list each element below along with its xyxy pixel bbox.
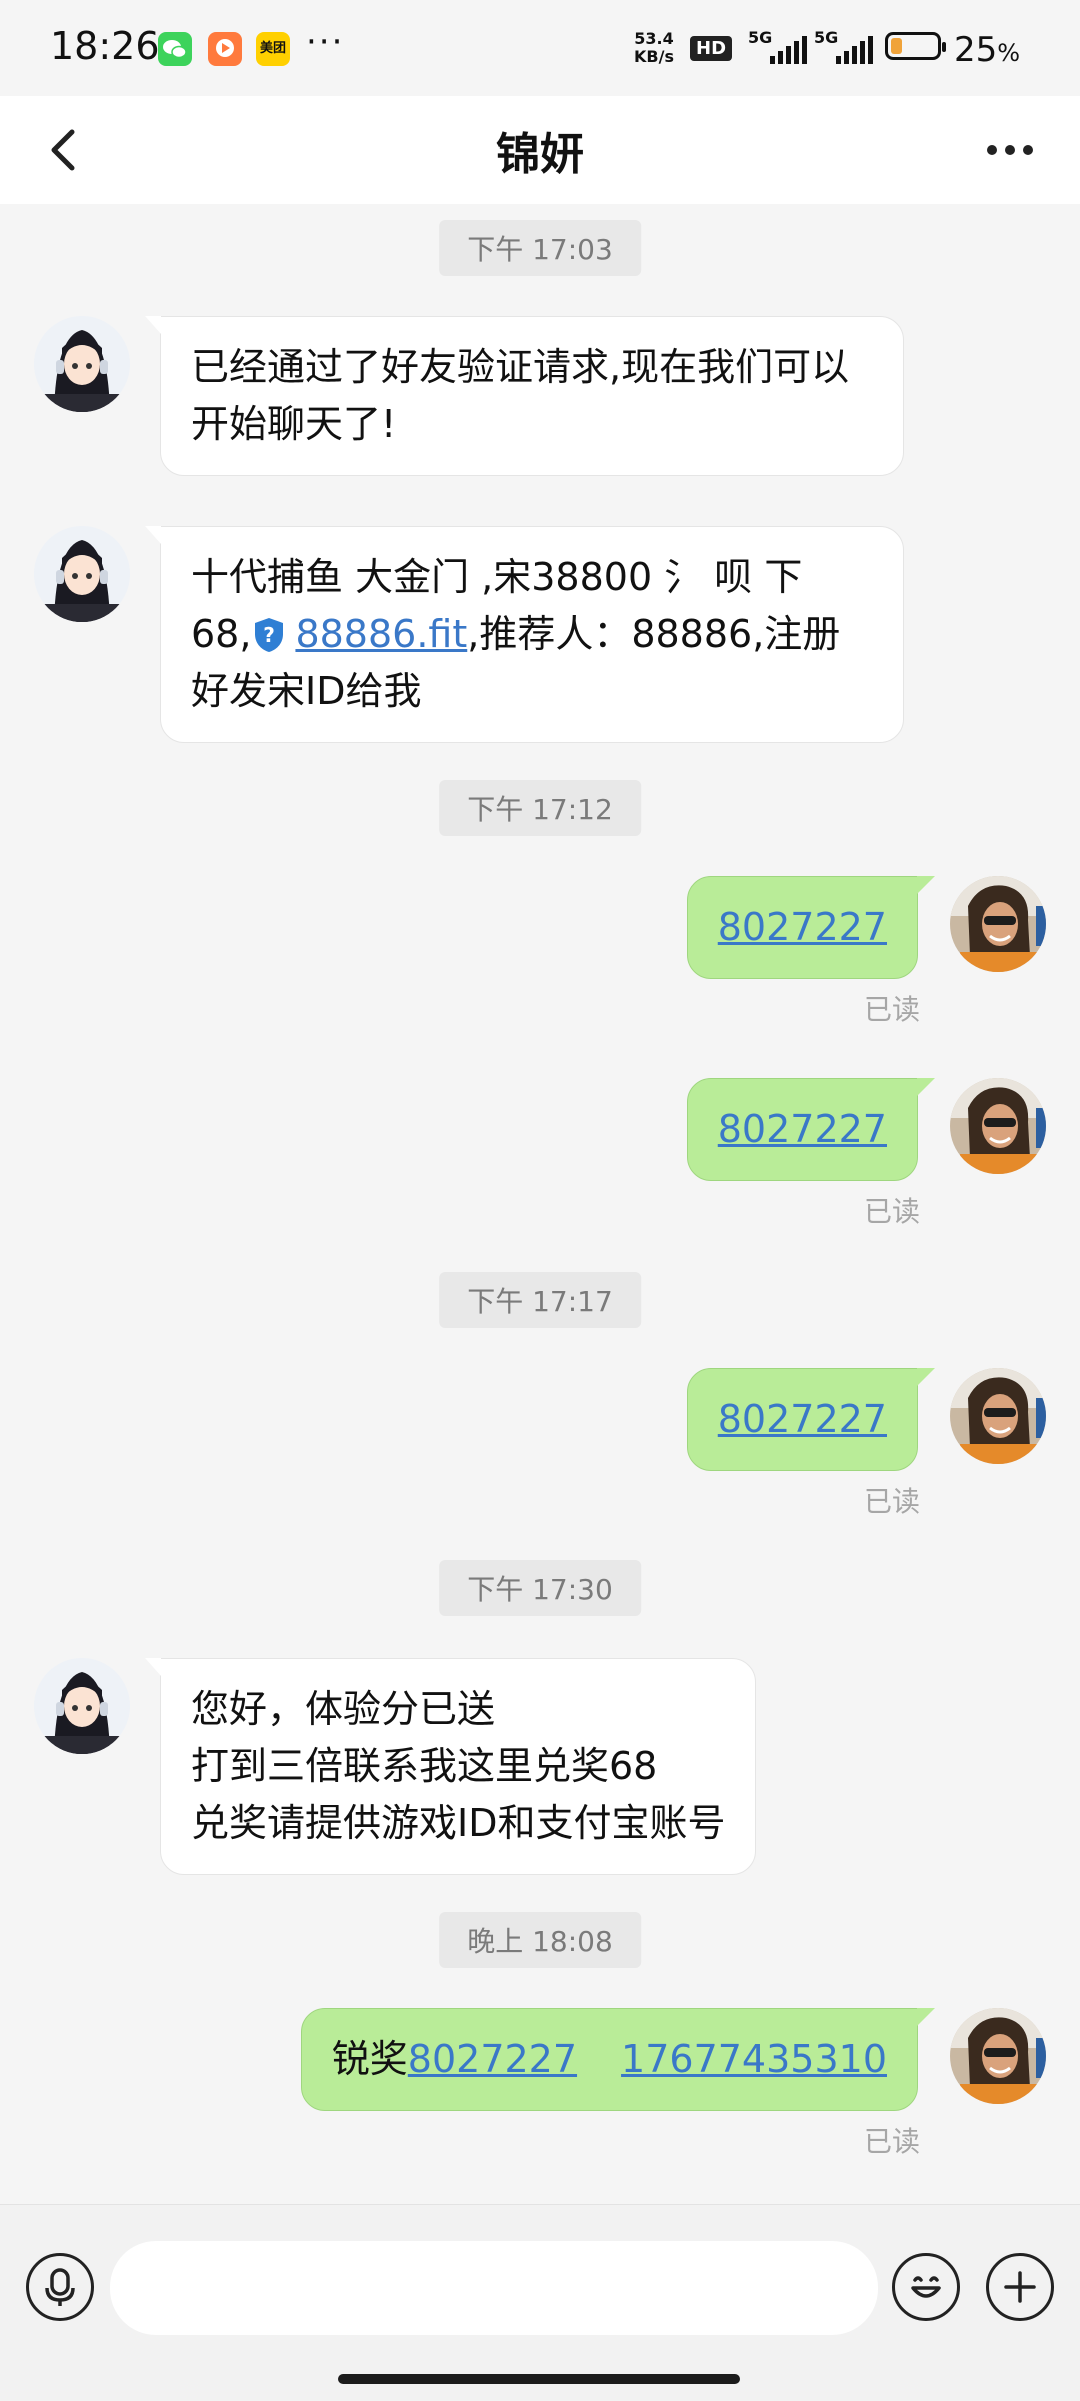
network-type-label: 5G	[814, 28, 839, 47]
message-text-line: 十代捕鱼 大金门 ,宋38800 氵 呗 下	[191, 555, 803, 599]
message-text-line: 好发宋ID给我	[191, 669, 422, 713]
emoji-icon	[911, 2276, 941, 2298]
signal-strength-icon: 5G	[814, 28, 874, 64]
more-dots-icon	[987, 145, 997, 155]
message-text: ,推荐人：88886,注册	[467, 612, 841, 656]
message-timestamp: 下午 17:12	[439, 780, 641, 836]
battery-icon	[885, 32, 946, 60]
message-link[interactable]: 8027227	[718, 1397, 887, 1441]
network-speed: 53.4 KB/s	[634, 30, 674, 66]
message-timestamp: 下午 17:03	[439, 220, 641, 276]
my-avatar[interactable]	[950, 1368, 1046, 1464]
microphone-icon	[45, 2268, 75, 2306]
read-receipt: 已读	[863, 1485, 920, 1518]
network-speed-value: 53.4	[634, 29, 674, 48]
outgoing-message-bubble[interactable]: 8027227	[686, 1078, 936, 1181]
message-text-line: 兑奖请提供游戏ID和支付宝账号	[191, 1801, 726, 1845]
message-input[interactable]	[110, 2241, 878, 2335]
network-speed-unit: KB/s	[634, 47, 674, 66]
outgoing-message-bubble[interactable]: 锐奖8027227 17677435310	[300, 2008, 936, 2111]
message-timestamp: 晚上 18:08	[439, 1912, 641, 1968]
emoji-button[interactable]	[892, 2253, 960, 2321]
message-link[interactable]: 88886.fit	[295, 612, 467, 656]
read-receipt: 已读	[863, 2125, 920, 2158]
svg-text:?: ?	[264, 623, 276, 647]
status-time: 18:26	[50, 24, 160, 68]
shield-question-icon: ?	[255, 618, 284, 652]
message-link[interactable]: 8027227	[718, 905, 887, 949]
outgoing-message-bubble[interactable]: 8027227	[686, 876, 936, 979]
home-indicator[interactable]	[338, 2374, 740, 2384]
battery-percentage: 25%	[954, 30, 1021, 70]
message-text: 已经通过了好友验证请求,现在我们可以开始聊天了!	[191, 345, 850, 446]
outgoing-message-bubble[interactable]: 8027227	[686, 1368, 936, 1471]
wechat-notification-icon	[158, 32, 192, 66]
hd-voice-badge: HD	[690, 36, 733, 61]
read-receipt: 已读	[863, 1195, 920, 1228]
contact-avatar[interactable]	[34, 1658, 130, 1754]
my-avatar[interactable]	[950, 1078, 1046, 1174]
message-link[interactable]: 17677435310	[621, 2037, 887, 2081]
message-link[interactable]: 8027227	[718, 1107, 887, 1151]
message-timestamp: 下午 17:17	[439, 1272, 641, 1328]
signal-strength-icon: 5G	[748, 28, 808, 64]
message-timestamp: 下午 17:30	[439, 1560, 641, 1616]
contact-avatar[interactable]	[34, 316, 130, 412]
chat-header: 锦妍	[0, 96, 1080, 204]
meituan-notification-icon: 美团	[256, 32, 290, 66]
more-options-button[interactable]	[970, 120, 1050, 180]
voice-input-button[interactable]	[26, 2253, 94, 2321]
message-text: 68,	[191, 612, 252, 656]
network-type-label: 5G	[748, 28, 773, 47]
contact-name-title: 锦妍	[496, 129, 584, 180]
video-app-notification-icon	[208, 32, 242, 66]
plus-icon	[1004, 2271, 1036, 2303]
message-text: 锐奖	[331, 2037, 408, 2081]
contact-avatar[interactable]	[34, 526, 130, 622]
message-text-line: 68,? 88886.fit,推荐人：88886,注册	[191, 606, 873, 663]
battery-level-fill	[891, 38, 902, 54]
message-text-line: 您好，体验分已送	[191, 1687, 496, 1731]
read-receipt: 已读	[863, 993, 920, 1026]
message-text-line: 打到三倍联系我这里兑奖68	[191, 1744, 658, 1788]
more-notifications-icon: ···	[306, 22, 345, 62]
incoming-message-bubble[interactable]: 您好，体验分已送 打到三倍联系我这里兑奖68 兑奖请提供游戏ID和支付宝账号	[144, 1658, 757, 1875]
my-avatar[interactable]	[950, 876, 1046, 972]
incoming-message-bubble[interactable]: 十代捕鱼 大金门 ,宋38800 氵 呗 下 68,? 88886.fit,推荐人…	[145, 526, 904, 743]
chat-message-list[interactable]: 下午 17:03 已经通过了好友验证请求,现在我们可以开始聊天了! 十代捕鱼 大…	[0, 204, 1080, 2204]
incoming-message-bubble[interactable]: 已经通过了好友验证请求,现在我们可以开始聊天了!	[145, 316, 904, 476]
message-link[interactable]: 8027227	[408, 2037, 577, 2081]
my-avatar[interactable]	[950, 2008, 1046, 2104]
status-bar: 18:26 美团 ··· 53.4 KB/s HD 5G 5G 25%	[0, 0, 1080, 96]
more-actions-button[interactable]	[986, 2253, 1054, 2321]
message-input-bar	[0, 2204, 1080, 2401]
